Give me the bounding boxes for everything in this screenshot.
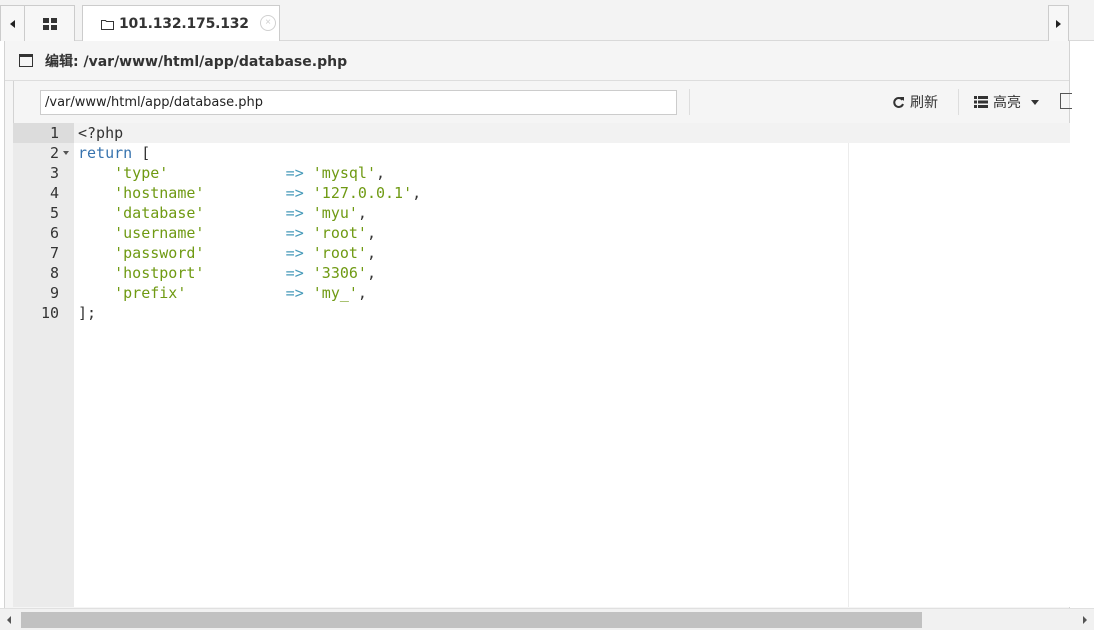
scroll-left-arrow[interactable] <box>0 609 18 630</box>
code-line[interactable]: 8'hostport' => '3306', <box>13 263 1070 283</box>
config-key: 'prefix' <box>114 284 187 302</box>
config-value: 'mysql' <box>312 164 376 182</box>
config-value: 'myu' <box>312 204 358 222</box>
editor-toolbar: 刷新 高亮 <box>13 81 1072 123</box>
refresh-button[interactable]: 刷新 <box>892 90 938 114</box>
list-icon <box>974 96 988 108</box>
code-editor[interactable]: 1 <?php 2 return [3'type' => 'mysql', 4'hostn… <box>13 123 1070 607</box>
line-number: 8 <box>49 264 59 282</box>
code-line[interactable]: 1 <?php <box>13 123 1070 143</box>
tab-server[interactable]: 101.132.175.132 × <box>82 5 280 42</box>
config-value: 'root' <box>312 224 367 242</box>
arrow-operator: => <box>285 264 304 282</box>
close-icon[interactable]: × <box>260 15 276 31</box>
panel-header: 编辑: /var/www/html/app/database.php <box>5 41 1069 81</box>
arrow-right-icon <box>1083 616 1087 624</box>
arrow-operator: => <box>285 244 304 262</box>
window-icon <box>19 54 33 67</box>
panel-title: 编辑: /var/www/html/app/database.php <box>45 53 348 70</box>
tab-scroll-left-button[interactable] <box>0 5 25 41</box>
code-text: 'hostname' => '127.0.0.1', <box>114 184 422 202</box>
toolbar-divider <box>689 89 690 115</box>
config-key: 'username' <box>114 224 205 242</box>
file-path-input[interactable] <box>40 90 677 115</box>
code-text: 'database' => 'myu', <box>114 204 367 222</box>
code-token: ]; <box>78 304 97 322</box>
arrow-operator: => <box>285 204 304 222</box>
folder-icon <box>101 19 114 30</box>
code-text: 'type' => 'mysql', <box>114 164 386 182</box>
tab-title: 101.132.175.132 <box>119 16 249 32</box>
line-number: 1 <box>13 123 74 143</box>
code-text: 'password' => 'root', <box>114 244 376 262</box>
config-value: '127.0.0.1' <box>312 184 413 202</box>
fold-arrow-icon[interactable] <box>63 151 69 155</box>
refresh-label: 刷新 <box>910 94 938 110</box>
refresh-icon <box>893 96 904 108</box>
tab-home[interactable] <box>25 5 75 41</box>
code-text: 'username' => 'root', <box>114 224 376 242</box>
code-text: 'prefix' => 'my_', <box>114 284 367 302</box>
line-number: 7 <box>49 244 59 262</box>
tab-bar: 101.132.175.132 × <box>0 0 1094 42</box>
toolbar-divider <box>958 89 959 115</box>
code-token: return <box>78 144 133 162</box>
code-line[interactable]: 2 return [ <box>13 143 1070 163</box>
highlight-dropdown[interactable]: 高亮 <box>974 90 1039 114</box>
tab-scroll-right-button[interactable] <box>1048 5 1069 41</box>
arrow-operator: => <box>285 164 304 182</box>
code-line[interactable]: 9'prefix' => 'my_', <box>13 283 1070 303</box>
config-key: 'hostport' <box>114 264 205 282</box>
arrow-operator: => <box>285 224 304 242</box>
arrow-left-icon <box>7 616 11 624</box>
chevron-left-icon <box>10 19 15 28</box>
grid-icon <box>42 17 57 30</box>
line-number: 10 <box>40 304 59 322</box>
code-token: <?php <box>78 124 124 142</box>
line-number: 4 <box>49 184 59 202</box>
code-text: <?php <box>78 123 123 143</box>
arrow-operator: => <box>285 284 304 302</box>
arrow-operator: => <box>285 184 304 202</box>
code-line[interactable]: 4'hostname' => '127.0.0.1', <box>13 183 1070 203</box>
chevron-right-icon <box>1056 19 1061 28</box>
config-value: 'root' <box>312 244 367 262</box>
config-key: 'hostname' <box>114 184 205 202</box>
line-number: 9 <box>49 284 59 302</box>
code-text: return [ <box>78 143 150 163</box>
horizontal-scrollbar[interactable] <box>0 608 1094 630</box>
code-line[interactable]: 10]; <box>13 303 1070 323</box>
config-key: 'type' <box>114 164 169 182</box>
code-text: 'hostport' => '3306', <box>114 264 376 282</box>
scrollbar-thumb[interactable] <box>21 612 922 628</box>
code-line[interactable]: 3'type' => 'mysql', <box>13 163 1070 183</box>
line-number: 3 <box>49 164 59 182</box>
line-number: 5 <box>49 204 59 222</box>
highlight-label: 高亮 <box>993 94 1021 110</box>
config-value: '3306' <box>312 264 367 282</box>
scroll-right-arrow[interactable] <box>1076 609 1094 630</box>
line-number: 6 <box>49 224 59 242</box>
chevron-down-icon <box>1031 99 1039 105</box>
config-value: 'my_' <box>312 284 358 302</box>
code-line[interactable]: 6'username' => 'root', <box>13 223 1070 243</box>
copy-icon[interactable] <box>1060 93 1072 109</box>
config-key: 'password' <box>114 244 205 262</box>
code-line[interactable]: 5'database' => 'myu', <box>13 203 1070 223</box>
config-key: 'database' <box>114 204 205 222</box>
code-token: [ <box>132 144 151 162</box>
code-line[interactable]: 7'password' => 'root', <box>13 243 1070 263</box>
code-text: ]; <box>78 303 96 323</box>
